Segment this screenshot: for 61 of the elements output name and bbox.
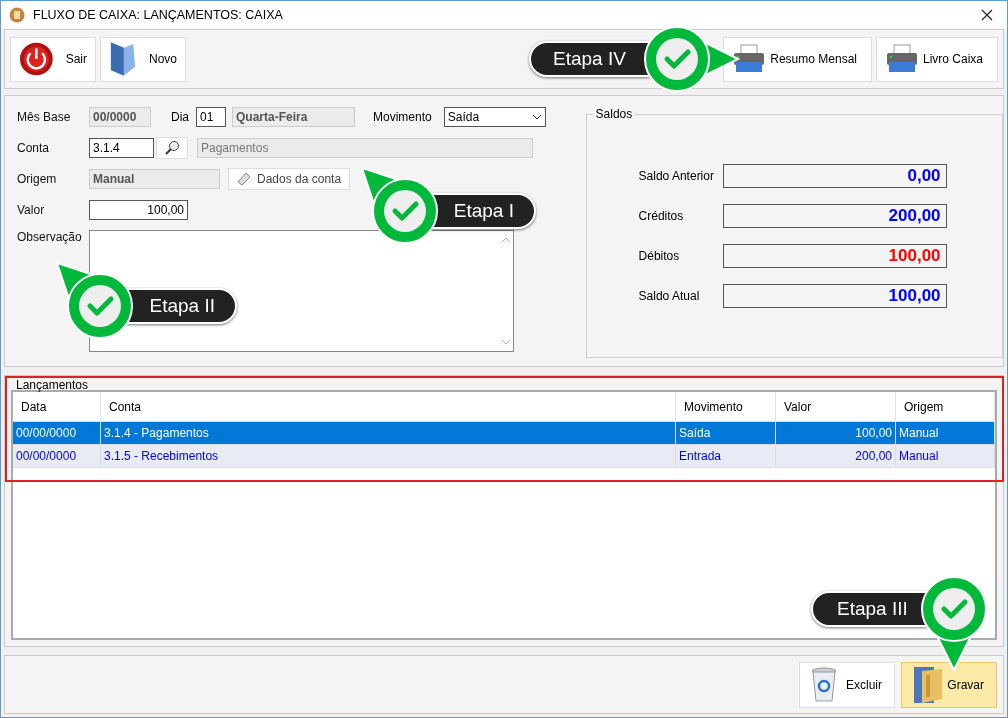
table-cell: Entrada	[676, 445, 776, 467]
account-data-button[interactable]: Dados da conta	[228, 168, 351, 190]
toolbar-button[interactable]: Resumo Mensal	[723, 36, 872, 82]
field-label: Conta	[17, 141, 51, 155]
month-field: 00/0000	[89, 107, 151, 127]
table-row[interactable]: 00/00/0000 3.1.5 - Recebimentos Entrada 200,00 Manual	[13, 445, 995, 468]
group-title: Lançamentos	[16, 378, 89, 392]
group-title: Saldos	[592, 107, 636, 121]
action-button[interactable]: Excluir	[799, 661, 895, 708]
column-header[interactable]: Movimento	[676, 392, 776, 421]
printer-icon	[884, 44, 919, 74]
table-row[interactable]: 00/00/0000 3.1.4 - Pagamentos Saída 100,00 Manual	[13, 422, 995, 445]
table-cell: 3.1.5 - Recebimentos	[101, 445, 676, 467]
balance-field: 100,00	[722, 284, 947, 308]
balance-field: 200,00	[722, 204, 947, 228]
value-field[interactable]: 100,00	[89, 200, 188, 220]
table-cell: 00/00/0000	[13, 445, 101, 467]
window-title: FLUXO DE CAIXA: LANÇAMENTOS: CAIXA	[33, 8, 283, 22]
printer-icon	[732, 44, 767, 74]
field-label: Origem	[17, 172, 58, 186]
table-cell: Saída	[676, 422, 776, 444]
folder-icon	[109, 39, 137, 79]
chevron-down-icon	[531, 114, 542, 120]
app-icon	[9, 7, 25, 23]
balance-label: Saldo Anterior	[638, 169, 715, 183]
column-header[interactable]: Origem	[896, 392, 995, 421]
field-label: Valor	[17, 203, 46, 217]
recycle-bin-icon	[810, 665, 838, 704]
table-cell: 100,00	[776, 422, 896, 444]
field-label: Movimento	[373, 110, 432, 124]
table-cell: 200,00	[776, 445, 896, 467]
account-field[interactable]: 3.1.4	[89, 138, 154, 158]
balance-field: 0,00	[722, 164, 947, 188]
field-label: Dia	[171, 110, 189, 124]
search-button[interactable]	[156, 137, 188, 159]
balance-label: Débitos	[638, 249, 681, 263]
column-header[interactable]: Valor	[776, 392, 896, 421]
day-field[interactable]: 01	[196, 107, 226, 127]
balance-label: Saldo Atual	[638, 289, 701, 303]
search-icon	[164, 140, 180, 156]
origin-field: Manual	[89, 169, 220, 189]
field-label: Observação	[17, 230, 83, 244]
table-cell: 3.1.4 - Pagamentos	[101, 422, 676, 444]
weekday-field: Quarta-Feira	[232, 107, 355, 127]
toolbar-button[interactable]: Sair	[10, 36, 96, 82]
column-header[interactable]: Conta	[101, 392, 676, 421]
column-header[interactable]: Data	[13, 392, 101, 421]
table-cell: Manual	[896, 422, 995, 444]
movement-dropdown[interactable]: Saída	[443, 107, 546, 127]
field-label: Mês Base	[17, 110, 72, 124]
toolbar-button[interactable]: Livro Caixa	[875, 36, 998, 82]
balance-field: 100,00	[722, 244, 947, 268]
note-icon	[237, 172, 251, 186]
power-icon	[19, 41, 54, 77]
account-name-field: Pagamentos	[197, 138, 533, 158]
table-cell: 00/00/0000	[13, 422, 101, 444]
balance-label: Créditos	[638, 209, 685, 223]
table-cell: Manual	[896, 445, 995, 467]
action-button[interactable]: Gravar	[901, 661, 997, 708]
toolbar-button[interactable]: Novo	[100, 36, 186, 82]
close-icon[interactable]	[981, 9, 993, 21]
